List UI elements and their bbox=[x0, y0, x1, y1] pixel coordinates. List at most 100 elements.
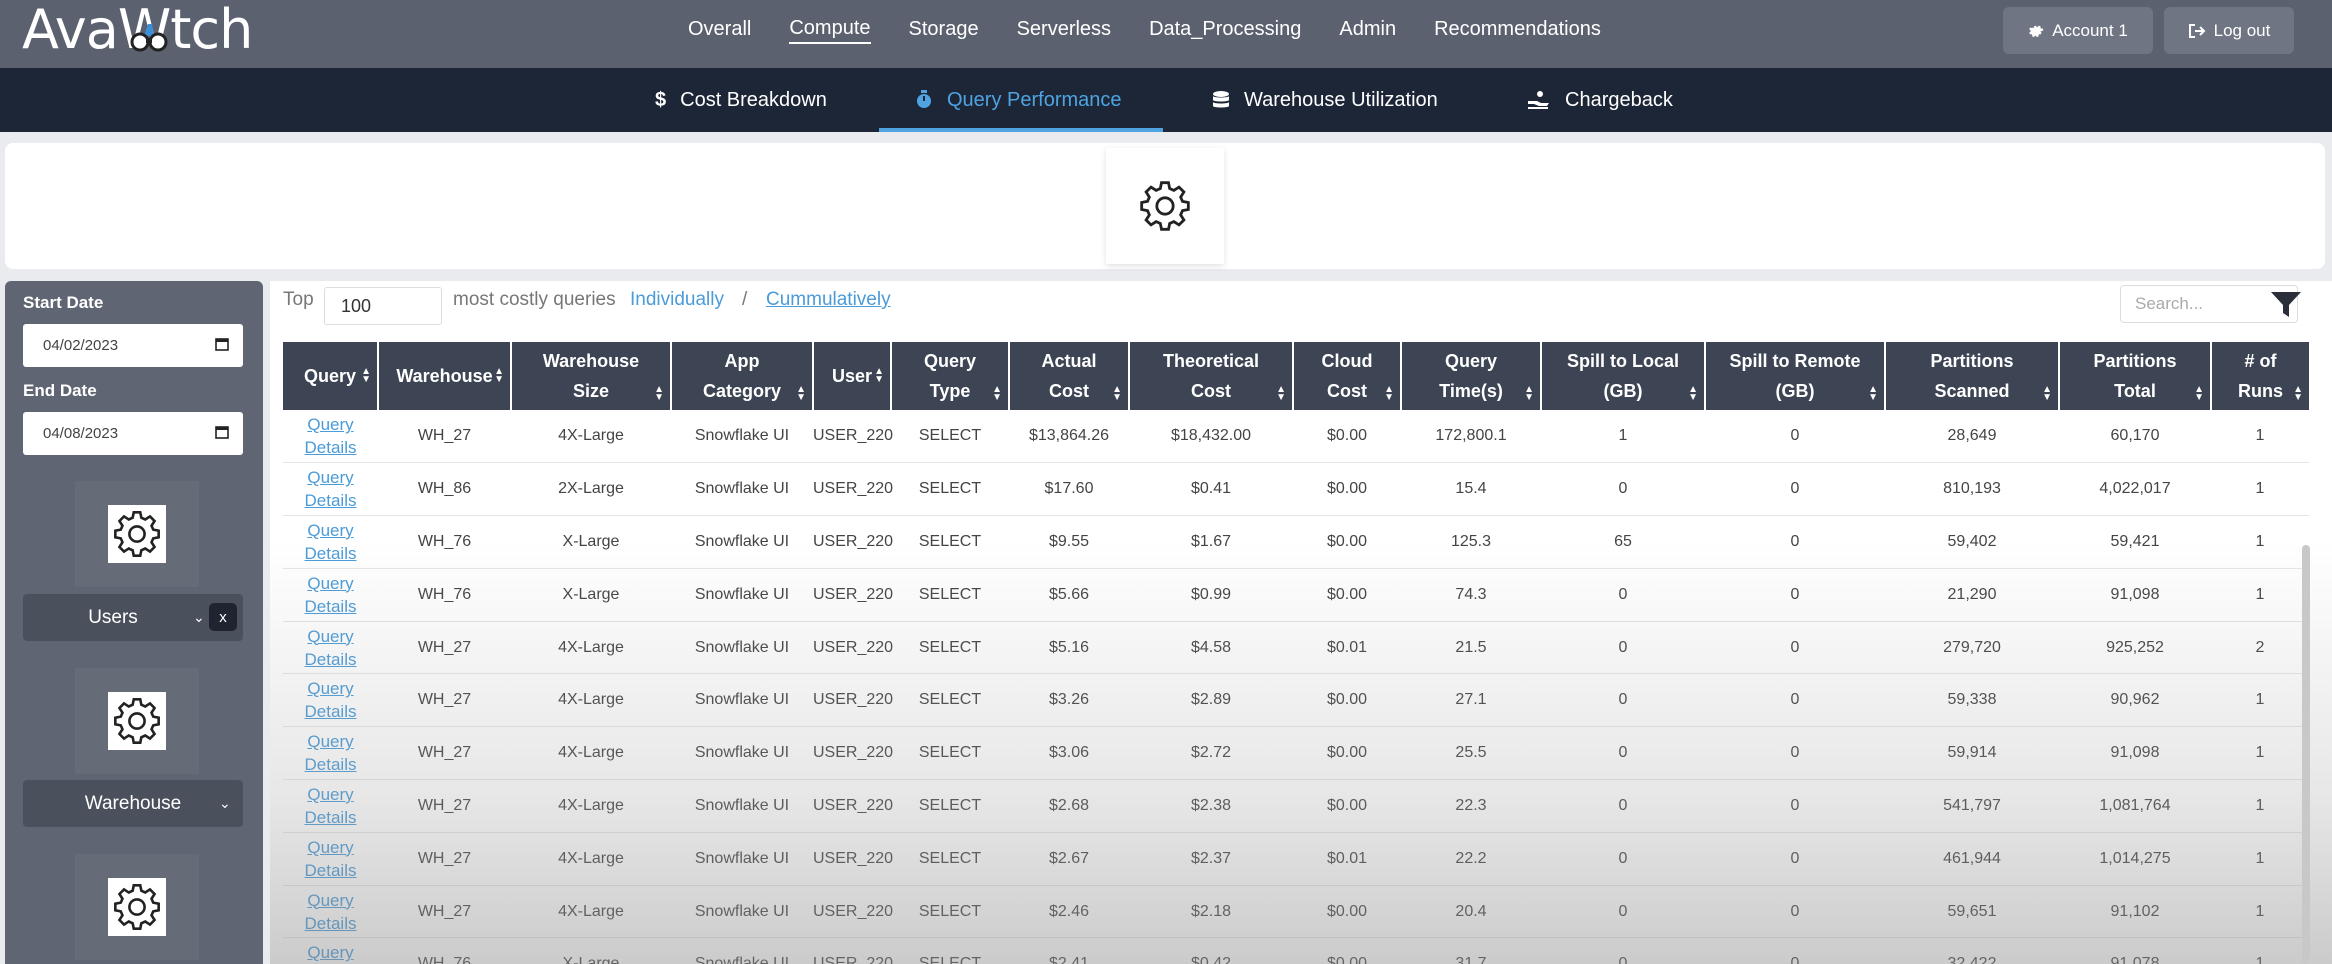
calendar-icon[interactable] bbox=[215, 425, 229, 439]
query-details-link[interactable]: QueryDetails bbox=[305, 574, 357, 616]
query-details-link[interactable]: QueryDetails bbox=[305, 415, 357, 457]
query-details-link[interactable]: QueryDetails bbox=[305, 838, 357, 880]
warehouse-extra-settings-card[interactable] bbox=[75, 854, 199, 960]
query-details-link[interactable]: QueryDetails bbox=[305, 785, 357, 827]
table-cell: 1 bbox=[2211, 462, 2309, 517]
end-date-input[interactable]: 04/08/2023 bbox=[23, 412, 243, 455]
nav-data-processing[interactable]: Data_Processing bbox=[1149, 18, 1301, 43]
tab-cost-breakdown[interactable]: $ Cost Breakdown bbox=[655, 68, 827, 132]
column-header[interactable]: Partitions Total ▲ ▼ bbox=[2059, 342, 2212, 410]
cumulatively-link[interactable]: Cummulatively bbox=[766, 289, 891, 311]
column-header[interactable]: Warehouse Size ▲ ▼ bbox=[511, 342, 672, 410]
sort-icon[interactable]: ▲ ▼ bbox=[1112, 385, 1122, 403]
nav-overall[interactable]: Overall bbox=[688, 18, 751, 43]
query-details-link[interactable]: QueryDetails bbox=[305, 891, 357, 933]
start-date-input[interactable]: 04/02/2023 bbox=[23, 324, 243, 367]
table-cell: 4X-Large bbox=[511, 885, 671, 939]
logout-button[interactable]: Log out bbox=[2164, 7, 2294, 54]
table-cell: 1 bbox=[2211, 779, 2309, 833]
tab-warehouse-utilization-label: Warehouse Utilization bbox=[1244, 88, 1438, 111]
column-header[interactable]: Spill to Local (GB) ▲ ▼ bbox=[1541, 342, 1706, 410]
column-header[interactable]: Partitions Scanned ▲ ▼ bbox=[1885, 342, 2060, 410]
table-cell: SELECT bbox=[891, 779, 1009, 833]
warehouse-select[interactable]: Warehouse ⌄ bbox=[23, 780, 243, 827]
query-details-link[interactable]: QueryDetails bbox=[305, 679, 357, 721]
sort-icon[interactable]: ▲ ▼ bbox=[2293, 385, 2303, 403]
sort-icon[interactable]: ▲ ▼ bbox=[1688, 385, 1698, 403]
query-details-link[interactable]: QueryDetails bbox=[305, 732, 357, 774]
column-header[interactable]: # of Runs ▲ ▼ bbox=[2211, 342, 2309, 410]
table-cell: SELECT bbox=[891, 673, 1009, 728]
nav-admin[interactable]: Admin bbox=[1339, 18, 1396, 43]
column-header-label: Cost bbox=[1191, 381, 1231, 401]
query-details-link[interactable]: QueryDetails bbox=[305, 468, 357, 510]
avawatch-logo[interactable]: AvaW tch bbox=[22, 2, 253, 58]
column-header-label: Query bbox=[303, 366, 357, 386]
account-label: Account 1 bbox=[2052, 20, 2128, 40]
sort-icon[interactable]: ▲ ▼ bbox=[992, 385, 1002, 403]
table-cell: $0.00 bbox=[1293, 937, 1401, 964]
tab-warehouse-utilization[interactable]: Warehouse Utilization bbox=[1212, 68, 1438, 132]
sort-icon[interactable]: ▲ ▼ bbox=[1868, 385, 1878, 403]
table-cell: WH_27 bbox=[378, 621, 511, 675]
warehouse-settings-card[interactable] bbox=[75, 668, 199, 774]
column-header[interactable]: Actual Cost ▲ ▼ bbox=[1009, 342, 1130, 410]
sort-icon[interactable]: ▲ ▼ bbox=[1384, 385, 1394, 403]
users-settings-card[interactable] bbox=[75, 481, 199, 587]
table-cell: $0.00 bbox=[1293, 462, 1401, 517]
users-clear-button[interactable]: x bbox=[209, 603, 237, 631]
calendar-icon[interactable] bbox=[215, 337, 229, 351]
table-cell: 0 bbox=[1705, 410, 1885, 464]
individually-link[interactable]: Individually bbox=[630, 289, 724, 311]
column-header-label: User bbox=[831, 366, 873, 386]
column-header[interactable]: Theoretical Cost ▲ ▼ bbox=[1129, 342, 1294, 410]
column-header-label: Runs bbox=[2238, 381, 2283, 401]
table-scrollbar[interactable] bbox=[2302, 545, 2310, 964]
column-header[interactable]: Query Time(s) ▲ ▼ bbox=[1401, 342, 1542, 410]
sort-icon[interactable]: ▲ ▼ bbox=[1276, 385, 1286, 403]
column-header[interactable]: User ▲ ▼ bbox=[813, 342, 892, 410]
column-header[interactable]: Cloud Cost ▲ ▼ bbox=[1293, 342, 1402, 410]
column-header[interactable]: Query Type ▲ ▼ bbox=[891, 342, 1010, 410]
table-cell: $2.41 bbox=[1009, 937, 1129, 964]
settings-card[interactable] bbox=[1106, 148, 1224, 264]
sort-icon[interactable]: ▲ ▼ bbox=[2194, 385, 2204, 403]
users-select[interactable]: Users ⌄ x bbox=[23, 594, 243, 641]
table-row: QueryDetails WH_76X-LargeSnowflake UIUSER… bbox=[283, 937, 2309, 964]
table-cell: 90,962 bbox=[2059, 673, 2211, 728]
filter-icon[interactable] bbox=[2270, 291, 2302, 319]
column-header[interactable]: Spill to Remote (GB) ▲ ▼ bbox=[1705, 342, 1886, 410]
column-header[interactable]: Warehouse ▲ ▼ bbox=[378, 342, 512, 410]
table-cell: USER_220 bbox=[813, 462, 893, 517]
nav-storage[interactable]: Storage bbox=[909, 18, 979, 43]
sort-icon[interactable]: ▲ ▼ bbox=[654, 385, 664, 403]
sort-icon[interactable]: ▲ ▼ bbox=[361, 367, 371, 385]
most-costly-label: most costly queries bbox=[453, 289, 616, 310]
table-cell: USER_220 bbox=[813, 937, 893, 964]
sort-icon[interactable]: ▲ ▼ bbox=[796, 385, 806, 403]
table-row: Query Details WH_27 4X-Large Snowflake UI USE… bbox=[283, 726, 2309, 781]
table-row: QueryDetails WH_76X-LargeSnowflake UIUSER… bbox=[283, 515, 2309, 569]
top-n-input[interactable]: 100 bbox=[324, 287, 442, 325]
nav-compute[interactable]: Compute bbox=[789, 17, 871, 44]
table-cell: $2.89 bbox=[1129, 673, 1293, 728]
sort-icon[interactable]: ▲ ▼ bbox=[874, 367, 884, 385]
query-details-link[interactable]: QueryDetails bbox=[305, 943, 357, 964]
nav-serverless[interactable]: Serverless bbox=[1017, 18, 1111, 43]
sort-icon[interactable]: ▲ ▼ bbox=[2042, 385, 2052, 403]
column-header[interactable]: App Category ▲ ▼ bbox=[671, 342, 814, 410]
table-cell: WH_27 bbox=[378, 726, 511, 781]
query-details-link[interactable]: QueryDetails bbox=[305, 521, 357, 563]
sort-icon[interactable]: ▲ ▼ bbox=[494, 367, 504, 385]
table-cell: Snowflake UI bbox=[671, 937, 813, 964]
column-header[interactable]: Query ▲ ▼ bbox=[283, 342, 379, 410]
account-button[interactable]: Account 1 bbox=[2003, 7, 2153, 54]
table-cell: 541,797 bbox=[1885, 779, 2059, 833]
query-details-link[interactable]: QueryDetails bbox=[305, 627, 357, 669]
sort-icon[interactable]: ▲ ▼ bbox=[1524, 385, 1534, 403]
nav-recommendations[interactable]: Recommendations bbox=[1434, 18, 1601, 43]
tab-query-performance[interactable]: Query Performance bbox=[879, 68, 1163, 132]
column-header-label: Warehouse bbox=[396, 366, 493, 386]
tab-chargeback[interactable]: Chargeback bbox=[1527, 68, 1673, 132]
table-row: Query Details WH_27 4X-Large Snowflake UI USE… bbox=[283, 885, 2309, 939]
